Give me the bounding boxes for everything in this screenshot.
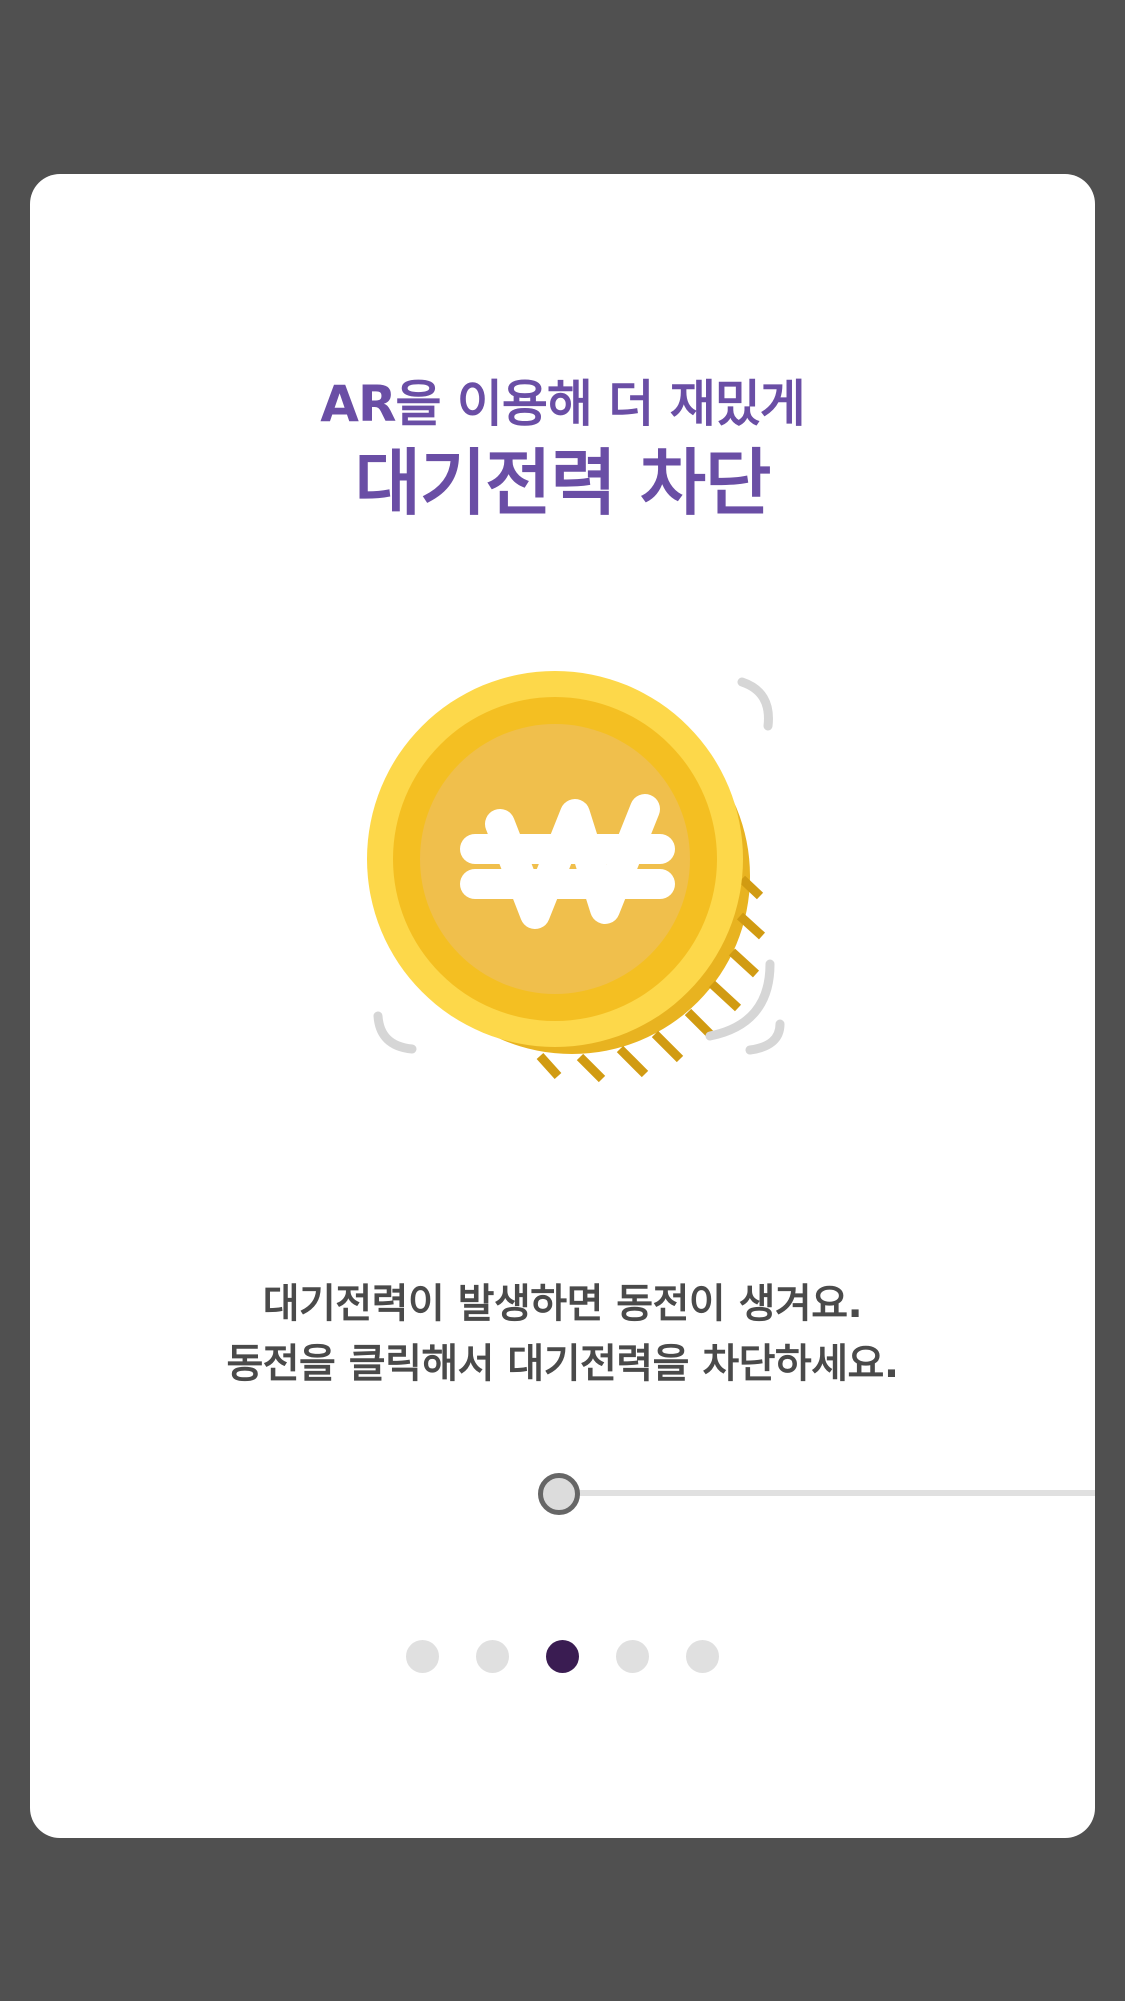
description-line-1: 대기전력이 발생하면 동전이 생겨요. bbox=[262, 1281, 863, 1327]
page-dot-3-active[interactable] bbox=[546, 1640, 579, 1673]
page-dot-1[interactable] bbox=[406, 1640, 439, 1673]
onboarding-title: 대기전력 차단 bbox=[354, 441, 772, 525]
description-line-2: 동전을 클릭해서 대기전력을 차단하세요. bbox=[226, 1341, 899, 1387]
page-indicator bbox=[30, 1640, 1095, 1673]
progress-slider-track[interactable] bbox=[570, 1490, 1095, 1496]
won-coin-icon bbox=[360, 664, 800, 1104]
page-dot-5[interactable] bbox=[686, 1640, 719, 1673]
onboarding-description: 대기전력이 발생하면 동전이 생겨요. 동전을 클릭해서 대기전력을 차단하세요… bbox=[30, 1274, 1095, 1394]
page-dot-2[interactable] bbox=[476, 1640, 509, 1673]
page-dot-4[interactable] bbox=[616, 1640, 649, 1673]
onboarding-card: AR을 이용해 더 재밌게 대기전력 차단 대기전력이 발생하면 동전이 생겨요… bbox=[30, 174, 1095, 1838]
progress-slider-handle[interactable] bbox=[538, 1473, 580, 1515]
